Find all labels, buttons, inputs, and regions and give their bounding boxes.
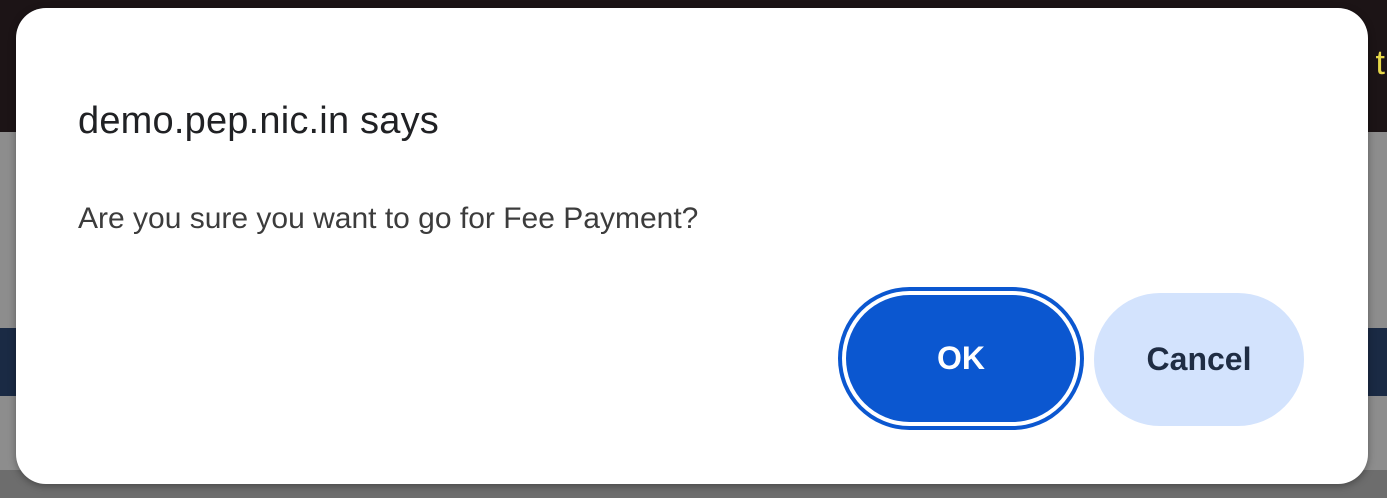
dialog-title: demo.pep.nic.in says xyxy=(78,100,439,142)
dialog-message: Are you sure you want to go for Fee Paym… xyxy=(78,202,699,235)
confirm-dialog: demo.pep.nic.in says Are you sure you wa… xyxy=(16,8,1368,484)
header-peek-text: t xyxy=(1375,44,1385,82)
cancel-button[interactable]: Cancel xyxy=(1094,293,1304,426)
ok-button[interactable]: OK xyxy=(846,295,1076,422)
